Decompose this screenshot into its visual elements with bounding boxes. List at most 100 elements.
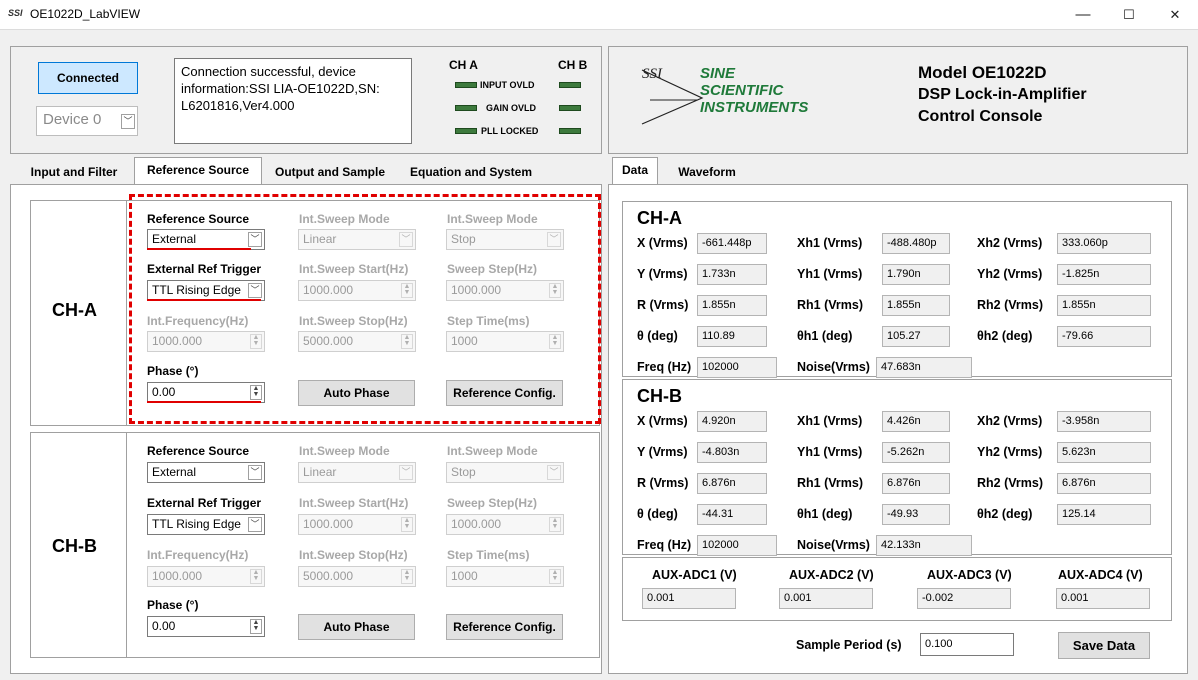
cha-sweep-step-input[interactable]: 1000.000 ▲ ▼ [446, 280, 564, 301]
cha-ext-trigger-value: TTL Rising Edge [152, 283, 241, 297]
cha-ext-trigger-select[interactable]: TTL Rising Edge ﹀ [147, 280, 265, 301]
cha-step-time-input[interactable]: 1000 ▲ ▼ [446, 331, 564, 352]
cha-value-r3c1: 105.27 [882, 326, 950, 347]
chb-sweep-mode-select[interactable]: Linear ﹀ [298, 462, 416, 483]
cha-sweep-stop-input[interactable]: 5000.000 ▲ ▼ [298, 331, 416, 352]
cha-value-r1c1: 1.790n [882, 264, 950, 285]
chb-phase-label: Phase (°) [147, 598, 199, 612]
tab-input-filter[interactable]: Input and Filter [18, 159, 130, 185]
chb-sweep-mode-value: Linear [303, 465, 337, 479]
cha-value-r2c1: 1.855n [882, 295, 950, 316]
cha-sweep-start-label: Int.Sweep Start(Hz) [299, 262, 409, 276]
cha-label-r0c2: Xh2 (Vrms) [977, 236, 1043, 250]
cha-sweep-mode2-select[interactable]: Stop ﹀ [446, 229, 564, 250]
connect-button[interactable]: Connected [38, 62, 138, 94]
chb-sweep-start-input[interactable]: 1000.000 ▲ ▼ [298, 514, 416, 535]
spinner-icon[interactable]: ▲ ▼ [250, 619, 262, 634]
chb-ref-source-value: External [152, 465, 197, 479]
chb-sweep-step-input[interactable]: 1000.000 ▲ ▼ [446, 514, 564, 535]
chb-ext-trigger-select[interactable]: TTL Rising Edge ﹀ [147, 514, 265, 535]
sample-period-label: Sample Period (s) [796, 638, 902, 652]
chb-value-r3c0: -44.31 [697, 504, 767, 525]
chb-sweep-stop-input[interactable]: 5000.000 ▲ ▼ [298, 566, 416, 587]
spinner-icon[interactable]: ▲ ▼ [250, 385, 262, 400]
tab-reference-source[interactable]: Reference Source [134, 157, 262, 185]
cha-label-r0c0: X (Vrms) [637, 236, 688, 250]
cha-step-time-value: 1000 [451, 334, 478, 348]
chb-sweep-mode2-value: Stop [451, 465, 476, 479]
tab-equation-system[interactable]: Equation and System [398, 159, 544, 185]
chb-step-time-value: 1000 [451, 569, 478, 583]
tab-data[interactable]: Data [612, 157, 658, 185]
chb-value-r1c2: 5.623n [1057, 442, 1151, 463]
chb-value-r2c2: 6.876n [1057, 473, 1151, 494]
spinner-icon[interactable]: ▲ ▼ [250, 334, 262, 349]
chb-auto-phase-button[interactable]: Auto Phase [298, 614, 415, 640]
spinner-icon[interactable]: ▲ ▼ [549, 569, 561, 584]
spinner-icon[interactable]: ▲ ▼ [250, 569, 262, 584]
chb-ref-title: CH-B [52, 536, 97, 556]
cha-ref-source-select[interactable]: External ﹀ [147, 229, 265, 250]
chb-label-r1c2: Yh2 (Vrms) [977, 445, 1043, 459]
tab-waveform[interactable]: Waveform [662, 159, 752, 185]
spinner-icon[interactable]: ▲ ▼ [401, 569, 413, 584]
cha-sweep-start-input[interactable]: 1000.000 ▲ ▼ [298, 280, 416, 301]
cha-label-r3c1: θh1 (deg) [797, 329, 853, 343]
chb-data-group [622, 379, 1172, 555]
spinner-icon[interactable]: ▲ ▼ [549, 517, 561, 532]
spinner-icon[interactable]: ▲ ▼ [549, 334, 561, 349]
chb-sweep-mode2-select[interactable]: Stop ﹀ [446, 462, 564, 483]
chb-step-time-input[interactable]: 1000 ▲ ▼ [446, 566, 564, 587]
window-title: OE1022D_LabVIEW [30, 7, 141, 21]
chb-label-r3c2: θh2 (deg) [977, 507, 1033, 521]
chb-label-r4c0: Freq (Hz) [637, 538, 692, 552]
cha-sweep-start-value: 1000.000 [303, 283, 354, 297]
chb-value-r3c2: 125.14 [1057, 504, 1151, 525]
spinner-icon[interactable]: ▲ ▼ [401, 517, 413, 532]
aux-adc2-value: 0.001 [779, 588, 873, 609]
cha-sweep-mode-value: Linear [303, 232, 337, 246]
cha-value-r1c0: 1.733n [697, 264, 767, 285]
cha-value-r2c0: 1.855n [697, 295, 767, 316]
chb-value-r0c2: -3.958n [1057, 411, 1151, 432]
model-line2: DSP Lock-in-Amplifier [918, 86, 1087, 103]
minimize-button[interactable]: — [1060, 0, 1106, 30]
device-select[interactable]: Device 0 ﹀ [36, 106, 138, 136]
spinner-icon[interactable]: ▲ ▼ [401, 334, 413, 349]
chb-label-r0c0: X (Vrms) [637, 414, 688, 428]
chevron-down-icon: ﹀ [248, 465, 262, 480]
chb-label-r1c1: Yh1 (Vrms) [797, 445, 863, 459]
chb-phase-value: 0.00 [152, 619, 176, 633]
cha-sweep-mode-select[interactable]: Linear ﹀ [298, 229, 416, 250]
chb-ref-config-button[interactable]: Reference Config. [446, 614, 563, 640]
cha-value-r0c1: -488.480p [882, 233, 950, 254]
close-button[interactable]: ✕ [1152, 0, 1198, 30]
tab-output-sample[interactable]: Output and Sample [264, 159, 396, 185]
highlight-underline [147, 248, 251, 250]
chb-int-freq-input[interactable]: 1000.000 ▲ ▼ [147, 566, 265, 587]
cha-int-freq-input[interactable]: 1000.000 ▲ ▼ [147, 331, 265, 352]
save-data-button[interactable]: Save Data [1058, 632, 1150, 659]
chb-value-r2c1: 6.876n [882, 473, 950, 494]
cha-ref-title: CH-A [52, 300, 97, 320]
cha-auto-phase-button[interactable]: Auto Phase [298, 380, 415, 406]
chevron-down-icon: ﹀ [248, 283, 262, 298]
cha-phase-input[interactable]: 0.00 ▲ ▼ [147, 382, 265, 403]
chb-sweep-stop-label: Int.Sweep Stop(Hz) [299, 548, 408, 562]
sample-period-input[interactable]: 0.100 [920, 633, 1014, 656]
cha-ref-config-button[interactable]: Reference Config. [446, 380, 563, 406]
cha-value-r4c0: 102000 [697, 357, 777, 378]
chb-phase-input[interactable]: 0.00 ▲ ▼ [147, 616, 265, 637]
maximize-button[interactable]: ☐ [1106, 0, 1152, 30]
chb-ref-source-label: Reference Source [147, 444, 250, 458]
cha-sweep-step-value: 1000.000 [451, 283, 502, 297]
cha-int-freq-label: Int.Frequency(Hz) [147, 314, 249, 328]
spinner-icon[interactable]: ▲ ▼ [401, 283, 413, 298]
spinner-icon[interactable]: ▲ ▼ [549, 283, 561, 298]
chb-ref-source-select[interactable]: External ﹀ [147, 462, 265, 483]
model-line3: Control Console [918, 108, 1043, 125]
chb-value-r0c1: 4.426n [882, 411, 950, 432]
chb-label-r3c1: θh1 (deg) [797, 507, 853, 521]
cha-sweep-mode2-value: Stop [451, 232, 476, 246]
device-select-value: Device 0 [43, 111, 102, 128]
